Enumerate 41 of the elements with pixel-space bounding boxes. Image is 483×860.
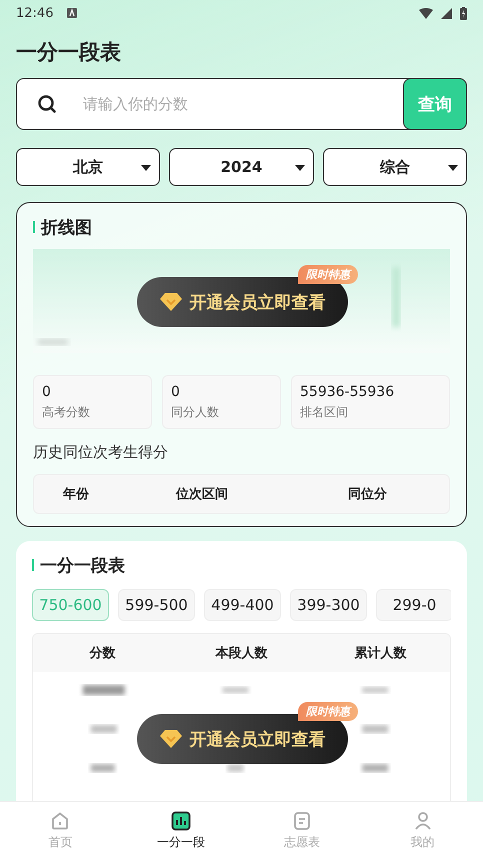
column-header: 本段人数 <box>216 645 268 662</box>
notification-icon <box>67 8 78 18</box>
stat-label: 高考分数 <box>42 404 91 421</box>
battery-icon <box>460 6 467 20</box>
diamond-icon <box>160 730 182 748</box>
status-time: 12:46 <box>16 6 54 20</box>
dropdown-caret-icon <box>448 165 458 171</box>
dropdown-caret-icon <box>141 165 152 171</box>
filter-dropdown[interactable]: 北京 <box>16 148 160 186</box>
dropdown-caret-icon <box>294 165 305 171</box>
diamond-icon <box>160 293 182 311</box>
page-title: 一分一段表 <box>16 39 122 66</box>
card-title: 折线图 <box>41 216 92 238</box>
person-icon <box>412 811 433 831</box>
stat-value: 0 <box>42 384 52 400</box>
promo-badge: 限时特惠 <box>298 265 358 284</box>
stat-label: 排名区间 <box>300 404 349 421</box>
range-tab[interactable]: 399-300 <box>290 589 367 621</box>
wifi-icon <box>419 8 433 18</box>
range-tab[interactable]: 599-500 <box>118 589 195 621</box>
column-header: 位次区间 <box>176 486 228 503</box>
document-icon <box>292 811 312 831</box>
filter-dropdown[interactable]: 2024 <box>169 148 314 186</box>
promo-badge: 限时特惠 <box>298 702 358 721</box>
stat-value: 0 <box>171 384 181 400</box>
range-tab[interactable]: 299-0 <box>376 589 451 621</box>
signal-icon <box>441 8 452 18</box>
card-title: 一分一段表 <box>40 554 125 576</box>
search-icon <box>37 94 57 114</box>
stat-label: 同分人数 <box>171 404 220 421</box>
bar-chart-icon <box>171 811 192 831</box>
column-header: 分数 <box>90 645 116 662</box>
stat-value: 55936-55936 <box>300 384 396 400</box>
nav-tab[interactable]: 一分一段 <box>120 802 242 860</box>
range-tab[interactable]: 499-400 <box>204 589 281 621</box>
column-header: 年份 <box>63 486 89 503</box>
home-icon <box>50 811 70 831</box>
filter-dropdown[interactable]: 综合 <box>322 148 467 186</box>
column-header: 累计人数 <box>354 645 406 662</box>
column-header: 同位分 <box>348 486 387 503</box>
section-heading: 历史同位次考生得分 <box>33 443 169 462</box>
